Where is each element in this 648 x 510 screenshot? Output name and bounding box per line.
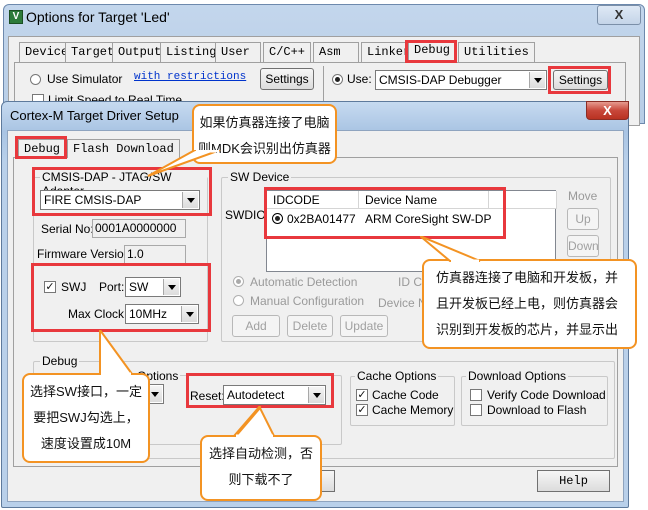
- manual-config-label: Manual Configuration: [250, 294, 365, 308]
- reset-label: Reset:: [190, 389, 225, 403]
- dialog-close-button[interactable]: X: [586, 101, 629, 120]
- keil-app-icon: V: [9, 10, 23, 24]
- dialog-title: Cortex-M Target Driver Setup: [10, 108, 179, 123]
- options-window-title: Options for Target 'Led': [26, 9, 170, 25]
- id-code-label: ID C: [398, 275, 422, 289]
- callout-line: 则下载不了: [228, 472, 294, 487]
- debugger-select-value: CMSIS-DAP Debugger: [379, 73, 502, 87]
- tab-output[interactable]: Output: [112, 42, 168, 62]
- col-empty: [489, 191, 557, 209]
- reset-select-value: Autodetect: [227, 388, 285, 402]
- use-simulator-radio[interactable]: [30, 74, 41, 85]
- tab-asm[interactable]: Asm: [313, 42, 359, 62]
- table-row[interactable]: 0x2BA01477 ARM CoreSight SW-DP: [267, 210, 555, 228]
- auto-detect-label: Automatic Detection: [250, 275, 358, 289]
- auto-detect-radio[interactable]: [233, 276, 244, 287]
- adapter-select-value: FIRE CMSIS-DAP: [44, 193, 142, 207]
- chevron-down-icon[interactable]: [308, 387, 324, 403]
- device-select-radio[interactable]: [272, 213, 283, 224]
- col-device-name[interactable]: Device Name: [359, 191, 489, 209]
- chevron-down-icon[interactable]: [181, 306, 197, 322]
- debugger-select[interactable]: CMSIS-DAP Debugger: [375, 70, 547, 90]
- callout-line: 速度设置成10M: [40, 436, 132, 451]
- port-label: Port:: [99, 280, 125, 294]
- delete-button[interactable]: Delete: [287, 315, 333, 337]
- adapter-select[interactable]: FIRE CMSIS-DAP: [40, 190, 200, 210]
- chevron-down-icon[interactable]: [529, 72, 545, 88]
- tab-cc[interactable]: C/C++: [263, 42, 311, 62]
- download-options-title: Download Options: [466, 369, 569, 383]
- use-debugger-radio[interactable]: [332, 74, 343, 85]
- add-button[interactable]: Add: [232, 315, 280, 337]
- firmware-label: Firmware Version:: [37, 247, 134, 261]
- callout-tail: [147, 150, 221, 177]
- chevron-down-icon[interactable]: [182, 192, 198, 208]
- verify-download-checkbox[interactable]: [470, 389, 482, 401]
- sw-device-group-title: SW Device: [228, 170, 292, 184]
- col-idcode[interactable]: IDCODE: [267, 191, 359, 209]
- reset-select[interactable]: Autodetect: [223, 385, 326, 405]
- dialog-tab-debug[interactable]: Debug: [18, 139, 67, 159]
- manual-config-radio[interactable]: [233, 295, 244, 306]
- callout-chip-detected: 仿真器连接了电脑和开发板，并 且开发板已经上电，则仿真器会 识别到开发板的芯片，…: [422, 259, 637, 349]
- firmware-field: 1.0: [124, 245, 186, 264]
- callout-tail: [420, 236, 481, 263]
- callout-line: 要把SWJ勾选上，: [33, 410, 139, 425]
- device-name-label: Device N: [378, 296, 427, 310]
- move-label: Move: [568, 189, 598, 203]
- callout-auto-detect: 选择自动检测，否 则下载不了: [200, 435, 322, 501]
- use-label: Use:: [347, 72, 372, 86]
- move-down-button[interactable]: Down: [567, 235, 599, 257]
- move-up-button[interactable]: Up: [567, 208, 599, 230]
- tab-debug[interactable]: Debug: [408, 40, 457, 63]
- tab-utilities[interactable]: Utilities: [458, 42, 535, 62]
- callout-tail: [231, 406, 276, 438]
- chevron-down-icon[interactable]: [163, 279, 179, 295]
- callout-line: 仿真器连接了电脑和开发板，并: [436, 270, 619, 285]
- swj-checkbox[interactable]: ✓: [44, 281, 56, 293]
- cache-memory-label: Cache Memory: [372, 403, 454, 417]
- debugger-settings-button[interactable]: Settings: [553, 70, 608, 90]
- verify-download-label: Verify Code Download: [487, 388, 606, 402]
- with-restrictions-link[interactable]: with restrictions: [134, 71, 246, 83]
- tab-user[interactable]: User: [215, 42, 261, 62]
- callout-line: 识别到开发板的芯片，并显示出: [436, 322, 619, 337]
- row-idcode: 0x2BA01477: [287, 212, 356, 226]
- use-simulator-label: Use Simulator: [47, 72, 123, 86]
- cache-options-title: Cache Options: [355, 369, 439, 383]
- port-select-value: SW: [129, 280, 149, 294]
- download-flash-checkbox[interactable]: [470, 404, 482, 416]
- callout-tail: [99, 330, 134, 376]
- simulator-settings-button[interactable]: Settings: [260, 68, 314, 90]
- tab-listing[interactable]: Listing: [160, 42, 223, 62]
- callout-line: 如果仿真器连接了电脑: [199, 115, 330, 130]
- callout-line: 选择自动检测，否: [208, 446, 313, 461]
- serial-field: 0001A0000000: [92, 219, 186, 238]
- callout-line: 选择SW接口，一定: [30, 384, 142, 399]
- help-button[interactable]: Help: [537, 470, 610, 492]
- max-clock-select-value: 10MHz: [129, 307, 168, 321]
- cache-code-label: Cache Code: [372, 388, 439, 402]
- options-divider: [323, 66, 324, 106]
- callout-swj-setting: 选择SW接口，一定 要把SWJ勾选上， 速度设置成10M: [22, 373, 150, 463]
- row-device-name: ARM CoreSight SW-DP: [365, 212, 492, 226]
- download-flash-label: Download to Flash: [487, 403, 587, 417]
- port-select[interactable]: SW: [125, 277, 181, 297]
- swj-label: SWJ: [61, 280, 87, 294]
- cache-memory-checkbox[interactable]: ✓: [356, 404, 368, 416]
- options-close-button[interactable]: X: [597, 5, 641, 25]
- max-clock-label: Max Clock:: [68, 307, 128, 321]
- callout-line: 且开发板已经上电，则仿真器会: [436, 296, 619, 311]
- max-clock-select[interactable]: 10MHz: [125, 304, 199, 324]
- cache-code-checkbox[interactable]: ✓: [356, 389, 368, 401]
- swdio-label: SWDIO: [225, 208, 266, 222]
- update-button[interactable]: Update: [340, 315, 388, 337]
- serial-label: Serial No:: [41, 222, 94, 236]
